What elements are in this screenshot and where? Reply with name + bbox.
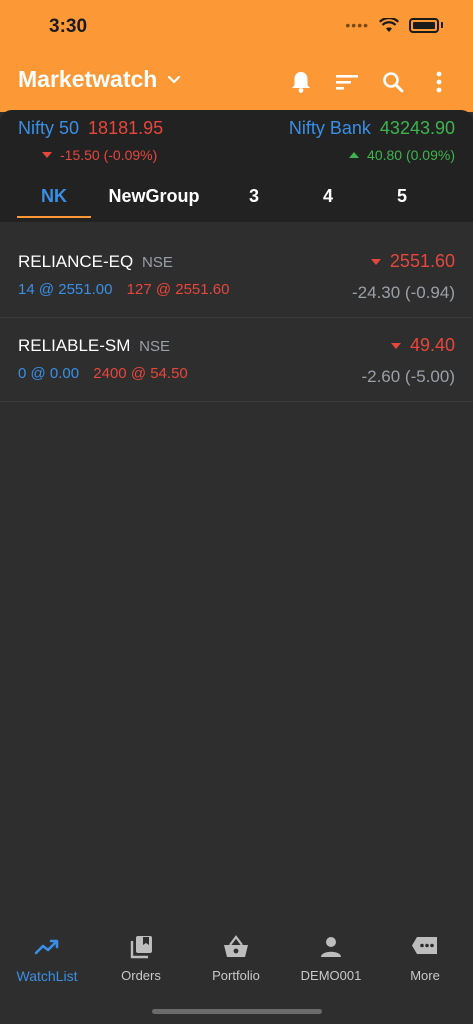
exchange-label: NSE — [141, 254, 173, 271]
watchlist-tabs: NK NewGroup 3 4 5 — [0, 172, 473, 222]
sort-button[interactable] — [335, 70, 359, 94]
watchlist: RELIANCE-EQ NSE 14 @ 2551.00 127 @ 2551.… — [0, 234, 473, 402]
title-dropdown[interactable]: Marketwatch — [18, 66, 181, 93]
down-arrow-icon — [42, 152, 52, 158]
index-line: Nifty 50 18181.95 — [18, 118, 163, 139]
nav-label: Orders — [121, 968, 161, 983]
down-arrow-icon — [390, 342, 401, 349]
last-price: 2551.60 — [370, 251, 455, 272]
index-change: 40.80 (0.09%) — [367, 147, 455, 163]
tab-5[interactable]: 5 — [372, 172, 432, 220]
index-nifty50[interactable]: Nifty 50 18181.95 -15.50 (-0.09%) — [18, 118, 163, 163]
nav-label: DEMO001 — [300, 968, 362, 983]
watchlist-row[interactable]: RELIABLE-SM NSE 0 @ 0.00 2400 @ 54.50 49… — [0, 318, 473, 402]
nav-account[interactable]: DEMO001 — [284, 934, 378, 983]
nav-label: WatchList — [16, 968, 78, 984]
symbol-name: RELIABLE-SM — [18, 336, 131, 355]
up-arrow-icon — [349, 152, 360, 158]
market-depth: 14 @ 2551.00 127 @ 2551.60 — [18, 281, 229, 298]
watchlist-row[interactable]: RELIANCE-EQ NSE 14 @ 2551.00 127 @ 2551.… — [0, 234, 473, 318]
page-title: Marketwatch — [18, 66, 158, 92]
status-time: 3:30 — [49, 16, 88, 37]
index-line: Nifty Bank 43243.90 — [289, 118, 455, 139]
app-header: 3:30 •••• Marketwatch — [0, 0, 473, 112]
orders-book-icon — [130, 936, 152, 959]
tab-4[interactable]: 4 — [298, 172, 358, 220]
overflow-menu-button[interactable] — [427, 70, 451, 94]
ask-quote: 2400 @ 54.50 — [93, 365, 188, 382]
tab-newgroup[interactable]: NewGroup — [99, 172, 209, 220]
price-change: -2.60 (-5.00) — [361, 367, 455, 386]
wifi-icon — [379, 17, 399, 32]
nav-orders[interactable]: Orders — [94, 934, 188, 983]
index-value: 43243.90 — [379, 118, 455, 138]
search-button[interactable] — [381, 70, 405, 94]
bell-icon — [292, 72, 310, 93]
active-tab-indicator — [17, 216, 91, 218]
index-change-row: -15.50 (-0.09%) — [42, 147, 163, 163]
search-icon — [383, 72, 404, 93]
nav-label: Portfolio — [212, 968, 260, 983]
more-vertical-icon — [436, 71, 442, 93]
nav-icon-wrap — [129, 934, 153, 960]
chevron-down-icon — [168, 75, 181, 84]
index-change: -15.50 (-0.09%) — [60, 147, 158, 163]
ltp-value: 49.40 — [409, 335, 455, 355]
last-price: 49.40 — [390, 335, 455, 356]
nav-portfolio[interactable]: Portfolio — [189, 934, 283, 983]
index-change-row: 40.80 (0.09%) — [289, 147, 455, 163]
symbol-line: RELIABLE-SM NSE — [18, 336, 170, 356]
symbol-line: RELIANCE-EQ NSE — [18, 252, 173, 272]
index-niftybank[interactable]: Nifty Bank 43243.90 40.80 (0.09%) — [289, 118, 455, 163]
battery-tip — [441, 22, 443, 28]
header-actions — [289, 70, 451, 94]
ask-quote: 127 @ 2551.60 — [126, 281, 230, 298]
basket-icon — [224, 935, 248, 957]
nav-icon-wrap — [411, 934, 439, 960]
tab-3[interactable]: 3 — [224, 172, 284, 220]
status-icons: •••• — [345, 17, 443, 33]
price-change: -24.30 (-0.94) — [352, 283, 455, 302]
down-arrow-icon — [370, 258, 381, 265]
index-name: Nifty Bank — [288, 118, 371, 138]
bid-quote: 14 @ 2551.00 — [18, 281, 113, 298]
person-icon — [321, 937, 341, 957]
bid-quote: 0 @ 0.00 — [18, 365, 80, 382]
tab-nk[interactable]: NK — [17, 172, 91, 220]
index-name: Nifty 50 — [18, 118, 80, 138]
trending-up-icon — [34, 939, 59, 955]
home-indicator — [152, 1009, 322, 1014]
sort-icon — [336, 75, 358, 90]
nav-icon-wrap — [34, 934, 60, 960]
nav-more[interactable]: More — [378, 934, 472, 983]
nav-label: More — [410, 968, 440, 983]
market-depth: 0 @ 0.00 2400 @ 54.50 — [18, 365, 188, 382]
index-value: 18181.95 — [88, 118, 164, 138]
battery-icon — [409, 17, 439, 33]
more-chat-icon — [412, 937, 437, 954]
nav-watchlist[interactable]: WatchList — [0, 934, 94, 984]
nav-icon-wrap — [223, 934, 249, 960]
ltp-value: 2551.60 — [389, 251, 455, 271]
cellular-signal-icon: •••• — [345, 17, 369, 33]
exchange-label: NSE — [139, 338, 171, 355]
nav-icon-wrap — [320, 934, 342, 960]
symbol-name: RELIANCE-EQ — [18, 252, 134, 271]
notification-bell-button[interactable] — [289, 70, 313, 94]
